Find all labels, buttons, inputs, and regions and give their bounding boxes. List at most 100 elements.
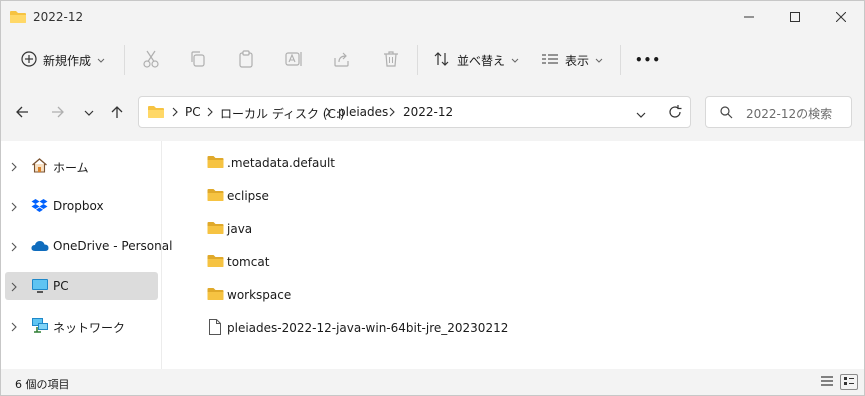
folder-icon — [207, 254, 224, 271]
tiles-view-icon — [843, 375, 855, 389]
dropbox-icon — [31, 197, 48, 217]
item-count: 6 個の項目 — [15, 378, 70, 391]
chevron-right-icon — [389, 106, 395, 120]
breadcrumb-pleiades[interactable]: pleiades — [338, 105, 388, 119]
refresh-icon[interactable] — [668, 105, 682, 122]
rename-icon — [285, 50, 303, 71]
chevron-right-icon — [325, 106, 331, 120]
toolbar-divider — [124, 45, 125, 75]
file-name: .metadata.default — [227, 156, 336, 170]
chevron-right-icon — [207, 106, 213, 120]
nav-item-dropbox[interactable]: Dropbox — [5, 192, 158, 220]
minimize-button[interactable] — [726, 1, 772, 33]
file-list-item[interactable]: java — [201, 216, 601, 242]
maximize-button[interactable] — [772, 1, 818, 33]
toolbar-divider — [620, 45, 621, 75]
file-name: pleiades-2022-12-java-win-64bit-jre_2023… — [227, 321, 509, 335]
file-name: eclipse — [227, 189, 269, 203]
sort-icon — [433, 50, 451, 71]
nav-item-network[interactable]: ネットワーク — [5, 312, 158, 340]
file-list-item[interactable]: eclipse — [201, 183, 601, 209]
copy-icon — [189, 50, 207, 71]
arrow-right-icon — [51, 105, 65, 122]
sort-button-label: 並べ替え — [457, 53, 506, 68]
chevron-right-icon — [172, 106, 178, 120]
tiles-view-button[interactable] — [840, 374, 858, 390]
arrow-up-icon — [110, 105, 124, 122]
command-bar: 新規作成 並べ替え 表示 ••• — [1, 37, 864, 83]
nav-item-label: ホーム — [53, 161, 89, 175]
file-name: tomcat — [227, 255, 270, 269]
nav-item-label: PC — [53, 279, 69, 293]
onedrive-icon — [31, 237, 49, 257]
arrow-left-icon — [15, 105, 29, 122]
view-button-label: 表示 — [565, 53, 590, 68]
breadcrumb-2022-12[interactable]: 2022-12 — [403, 105, 453, 119]
trash-icon — [382, 50, 400, 71]
details-view-icon — [820, 375, 834, 390]
more-options-button[interactable]: ••• — [635, 43, 661, 77]
chevron-right-icon[interactable] — [11, 241, 17, 255]
chevron-down-icon — [511, 53, 519, 67]
delete-button[interactable] — [382, 43, 400, 77]
view-list-icon — [541, 50, 559, 71]
window-title: 2022-12 — [33, 10, 84, 24]
details-view-button[interactable] — [818, 374, 836, 390]
address-row: PC ローカル ディスク (C:) pleiades 2022-12 2022-… — [1, 92, 864, 134]
plus-circle-icon — [21, 50, 37, 70]
nav-item-home[interactable]: ホーム — [5, 152, 158, 180]
file-list-item[interactable]: pleiades-2022-12-java-win-64bit-jre_2023… — [201, 315, 601, 341]
nav-item-onedrive[interactable]: OneDrive - Personal — [5, 232, 172, 260]
cut-button[interactable] — [142, 43, 160, 77]
scissors-icon — [142, 50, 160, 71]
folder-icon — [148, 105, 164, 122]
folder-icon — [207, 287, 224, 304]
back-button[interactable] — [10, 98, 34, 128]
forward-button[interactable] — [46, 98, 70, 128]
folder-icon — [10, 10, 26, 27]
status-bar: 6 個の項目 — [1, 369, 864, 395]
new-button[interactable]: 新規作成 — [21, 43, 105, 77]
more-options-label: ••• — [635, 53, 662, 67]
chevron-right-icon[interactable] — [11, 201, 17, 215]
share-button[interactable] — [333, 43, 351, 77]
nav-item-label: OneDrive - Personal — [53, 239, 173, 253]
folder-icon — [207, 188, 224, 205]
close-button[interactable] — [818, 1, 864, 33]
file-list-item[interactable]: tomcat — [201, 249, 601, 275]
nav-item-label: ネットワーク — [53, 321, 126, 335]
search-icon — [720, 106, 733, 122]
address-history-dropdown[interactable] — [636, 108, 646, 122]
clipboard-icon — [237, 49, 255, 71]
copy-button[interactable] — [189, 43, 207, 77]
share-icon — [333, 50, 351, 71]
home-icon — [31, 157, 48, 177]
folder-icon — [207, 221, 224, 238]
file-list-item[interactable]: workspace — [201, 282, 601, 308]
network-icon — [31, 317, 49, 337]
navigation-pane: ホーム Dropbox OneDrive - Personal PC ネットワー… — [1, 141, 172, 369]
rename-button[interactable] — [285, 43, 303, 77]
view-button[interactable]: 表示 — [541, 43, 603, 77]
address-bar[interactable]: PC ローカル ディスク (C:) pleiades 2022-12 — [138, 96, 691, 128]
chevron-down-icon — [97, 53, 105, 67]
paste-button[interactable] — [237, 43, 255, 77]
chevron-right-icon[interactable] — [11, 161, 17, 175]
main-area: ホーム Dropbox OneDrive - Personal PC ネットワー… — [1, 141, 864, 369]
breadcrumb-pc[interactable]: PC — [185, 105, 201, 119]
title-bar: 2022-12 — [1, 1, 864, 33]
up-button[interactable] — [105, 98, 129, 128]
new-button-label: 新規作成 — [43, 53, 92, 68]
search-placeholder: 2022-12の検索 — [746, 107, 833, 121]
explorer-window: 2022-12 新規作成 並べ替え 表示 ••• PC ローカル ディスク (C… — [0, 0, 865, 396]
nav-item-pc[interactable]: PC — [5, 272, 158, 300]
file-list-item[interactable]: .metadata.default — [201, 150, 601, 176]
chevron-right-icon[interactable] — [11, 321, 17, 335]
chevron-right-icon[interactable] — [11, 281, 17, 295]
folder-icon — [207, 155, 224, 172]
chevron-down-icon — [595, 53, 603, 67]
sort-button[interactable]: 並べ替え — [433, 43, 519, 77]
search-box[interactable]: 2022-12の検索 — [705, 96, 852, 128]
nav-item-label: Dropbox — [53, 199, 104, 213]
recent-locations-button[interactable] — [77, 98, 101, 128]
